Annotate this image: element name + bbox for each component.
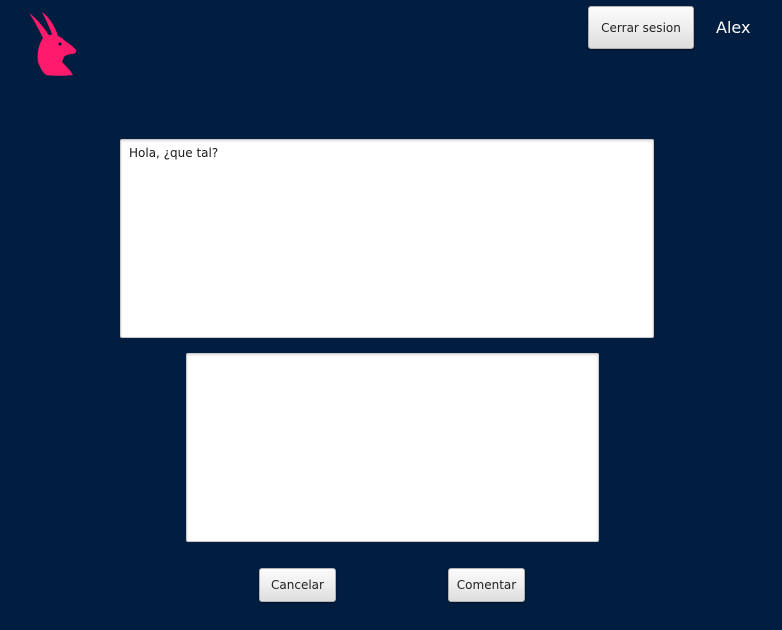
logout-button[interactable]: Cerrar sesion bbox=[588, 6, 694, 49]
comment-text-area[interactable] bbox=[186, 353, 599, 542]
comment-button[interactable]: Comentar bbox=[448, 568, 525, 602]
username-label: Alex bbox=[716, 18, 751, 37]
cancel-button[interactable]: Cancelar bbox=[259, 568, 336, 602]
rabbit-logo bbox=[24, 10, 80, 78]
post-text-area[interactable]: Hola, ¿que tal? bbox=[120, 139, 654, 338]
rabbit-icon bbox=[29, 12, 77, 76]
